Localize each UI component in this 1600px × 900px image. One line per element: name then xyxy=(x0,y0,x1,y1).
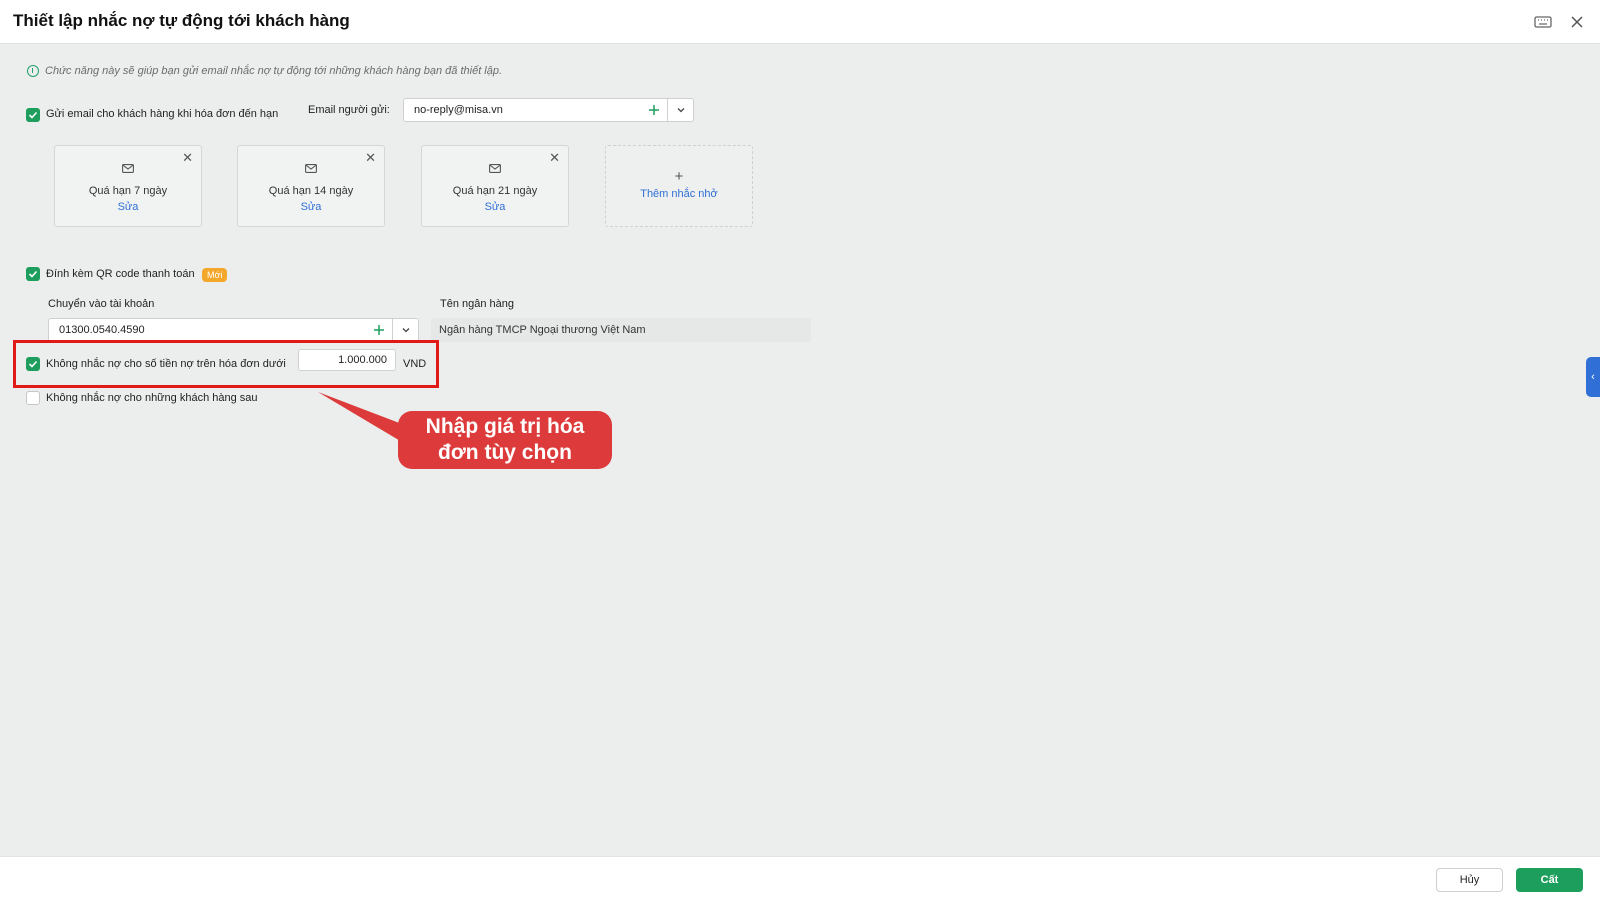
attach-qr-checkbox[interactable] xyxy=(26,267,40,281)
close-icon[interactable]: ✕ xyxy=(365,151,376,164)
cancel-button[interactable]: Hủy xyxy=(1436,868,1503,892)
account-value: 01300.0540.4590 xyxy=(59,324,145,336)
account-select[interactable]: 01300.0540.4590 xyxy=(48,318,419,342)
reminder-edit-link[interactable]: Sửa xyxy=(238,201,384,213)
dialog-footer: Hủy Cất xyxy=(0,856,1600,900)
account-label: Chuyển vào tài khoản xyxy=(48,298,155,310)
exclude-customers-checkbox[interactable] xyxy=(26,391,40,405)
send-email-label: Gửi email cho khách hàng khi hóa đơn đến… xyxy=(46,108,279,120)
mail-icon xyxy=(489,164,501,173)
reminder-edit-link[interactable]: Sửa xyxy=(422,201,568,213)
reminder-card: ✕ Quá hạn 7 ngày Sửa xyxy=(54,145,202,227)
callout-line-2: đơn tùy chọn xyxy=(438,441,572,464)
add-sender-button[interactable] xyxy=(641,99,667,121)
save-button[interactable]: Cất xyxy=(1516,868,1583,892)
reminder-card: ✕ Quá hạn 14 ngày Sửa xyxy=(237,145,385,227)
sender-dropdown-button[interactable] xyxy=(667,99,693,121)
plus-icon: + xyxy=(674,168,684,185)
attach-qr-label: Đính kèm QR code thanh toán xyxy=(46,268,195,280)
add-reminder-label[interactable]: Thêm nhắc nhở xyxy=(606,188,752,200)
account-dropdown-button[interactable] xyxy=(392,319,418,341)
mail-icon xyxy=(122,164,134,173)
side-panel-toggle[interactable]: ‹ xyxy=(1586,357,1600,397)
dialog-title: Thiết lập nhắc nợ tự động tới khách hàng xyxy=(13,11,350,30)
callout-line-1: Nhập giá trị hóa xyxy=(425,415,585,438)
keyboard-icon[interactable] xyxy=(1533,12,1553,32)
sender-email-label: Email người gửi: xyxy=(308,104,390,116)
check-icon xyxy=(28,270,38,278)
sender-email-value: no-reply@misa.vn xyxy=(414,104,503,116)
bank-name-label: Tên ngân hàng xyxy=(440,298,515,310)
plus-icon xyxy=(649,105,659,115)
reminder-edit-link[interactable]: Sửa xyxy=(55,201,201,213)
info-message: Chức năng này sẽ giúp bạn gửi email nhắc… xyxy=(27,65,502,77)
plus-icon xyxy=(374,325,384,335)
close-icon[interactable] xyxy=(1567,12,1587,32)
check-icon xyxy=(28,111,38,119)
callout-annotation: Nhập giá trị hóa đơn tùy chọn xyxy=(398,411,612,469)
bank-name-field: Ngân hàng TMCP Ngoại thương Việt Nam xyxy=(431,318,811,342)
dialog-header: Thiết lập nhắc nợ tự động tới khách hàng xyxy=(0,0,1600,44)
reminder-card: ✕ Quá hạn 21 ngày Sửa xyxy=(421,145,569,227)
reminder-name: Quá hạn 21 ngày xyxy=(452,185,538,197)
mail-icon xyxy=(305,164,317,173)
info-text: Chức năng này sẽ giúp bạn gửi email nhắc… xyxy=(45,65,503,77)
add-reminder-card[interactable]: + Thêm nhắc nhở xyxy=(605,145,753,227)
new-badge: Mới xyxy=(202,268,228,282)
exclude-customers-label: Không nhắc nợ cho những khách hàng sau xyxy=(46,392,258,404)
chevron-down-icon xyxy=(677,108,684,113)
chevron-down-icon xyxy=(402,328,409,333)
reminder-name: Quá hạn 7 ngày xyxy=(88,185,168,197)
highlight-box xyxy=(13,340,439,388)
dialog-body: Chức năng này sẽ giúp bạn gửi email nhắc… xyxy=(0,44,1600,856)
reminder-name: Quá hạn 14 ngày xyxy=(268,185,354,197)
send-email-checkbox[interactable] xyxy=(26,108,40,122)
sender-email-select[interactable]: no-reply@misa.vn xyxy=(403,98,694,122)
chevron-left-icon: ‹ xyxy=(1591,371,1595,383)
close-icon[interactable]: ✕ xyxy=(182,151,193,164)
info-icon xyxy=(27,65,39,77)
close-icon[interactable]: ✕ xyxy=(549,151,560,164)
add-account-button[interactable] xyxy=(366,319,392,341)
